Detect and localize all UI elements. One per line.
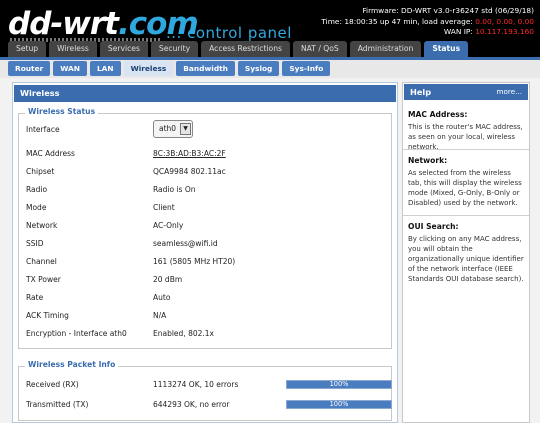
tab-nat-qos[interactable]: NAT / QoS [292,41,347,57]
help-text: As selected from the wireless tab, this … [408,169,522,207]
radio-value: Radio is On [153,185,196,194]
info-row: Rate Auto [19,290,391,305]
rx-progress-bar: 100% [286,380,392,389]
mac-address-link[interactable]: 8C:3B:AD:B3:AC:2F [153,146,226,161]
info-row: Mode Client [19,200,391,215]
help-title: Help [410,87,432,97]
page-title: Wireless [14,85,396,102]
subtab-bandwidth[interactable]: Bandwidth [176,61,235,76]
tx-power-label: TX Power [26,275,61,284]
rate-label: Rate [26,293,44,302]
network-label: Network [26,221,58,230]
interface-row: Interface ath0 ▼ [19,120,391,138]
mode-value: Client [153,203,175,212]
packet-row: Transmitted (TX) 644293 OK, no error 100… [19,397,392,412]
help-heading: MAC Address: [408,110,468,119]
subtab-sys-info[interactable]: Sys-Info [282,61,331,76]
interface-select[interactable]: ath0 ▼ [153,120,193,138]
chevron-down-icon[interactable]: ▼ [180,123,191,135]
info-row: Network AC-Only [19,218,391,233]
tx-progress-text: 100% [329,400,349,408]
tab-setup[interactable]: Setup [8,41,47,57]
tab-status[interactable]: Status [424,41,469,57]
help-header: Help more... [404,84,528,100]
tab-access-restrictions[interactable]: Access Restrictions [201,41,290,57]
subtab-router[interactable]: Router [8,61,51,76]
channel-value: 161 (5805 MHz HT20) [153,257,236,266]
info-row: Radio Radio is On [19,182,391,197]
help-section-oui: OUI Search: By clicking on any MAC addre… [403,221,529,284]
subtab-syslog[interactable]: Syslog [237,61,280,76]
divider [403,215,529,216]
info-row: SSID seamless@wifi.id [19,236,391,251]
subtab-lan[interactable]: LAN [89,61,121,76]
rx-progress-text: 100% [329,380,349,388]
interface-select-value: ath0 [159,124,177,133]
subtab-wan[interactable]: WAN [53,61,87,76]
encryption-value: Enabled, 802.1x [153,329,214,338]
tab-security[interactable]: Security [150,41,199,57]
help-panel: Help more... MAC Address: This is the ro… [402,82,530,423]
mode-label: Mode [26,203,47,212]
help-text: This is the router's MAC address, as see… [408,123,523,151]
tab-services[interactable]: Services [99,41,148,57]
wireless-packet-legend: Wireless Packet Info [25,360,119,369]
info-row: ACK Timing N/A [19,308,391,323]
wireless-packet-fieldset: Wireless Packet Info Received (RX) 11132… [18,360,392,421]
rate-value: Auto [153,293,171,302]
sub-tabs: Router WAN LAN Wireless Bandwidth Syslog… [0,60,540,78]
content-panel: Wireless Wireless Status Interface ath0 … [12,82,398,423]
chipset-label: Chipset [26,167,55,176]
packet-row: Received (RX) 1113274 OK, 10 errors 100% [19,377,392,392]
ack-timing-value: N/A [153,311,167,320]
help-heading: OUI Search: [408,222,459,231]
main-area: Wireless Wireless Status Interface ath0 … [0,78,540,423]
mac-address-label: MAC Address [26,149,75,158]
ssid-value: seamless@wifi.id [153,239,218,248]
main-tabs: Setup Wireless Services Security Access … [8,41,469,57]
info-row: Encryption - Interface ath0 Enabled, 802… [19,326,391,341]
tab-administration[interactable]: Administration [349,41,422,57]
time-line: Time: 18:00:35 up 47 min, load average: … [321,16,534,26]
help-heading: Network: [408,156,448,165]
header: dd-wrt.com ... control panel Firmware: D… [0,0,540,62]
help-text: By clicking on any MAC address, you will… [408,235,524,283]
header-info: Firmware: DD-WRT v3.0-r36247 std (06/29/… [321,6,534,38]
tx-label: Transmitted (TX) [26,400,89,409]
info-row: Chipset QCA9984 802.11ac [19,164,391,179]
divider [403,149,529,150]
interface-label: Interface [26,125,60,134]
ssid-label: SSID [26,239,44,248]
radio-label: Radio [26,185,48,194]
subtab-wireless[interactable]: Wireless [123,61,174,76]
info-row: TX Power 20 dBm [19,272,391,287]
rx-value: 1113274 OK, 10 errors [153,380,239,389]
tx-progress-bar: 100% [286,400,392,409]
chipset-value: QCA9984 802.11ac [153,167,226,176]
logo-subtitle: ... control panel [166,24,292,42]
wireless-status-fieldset: Wireless Status Interface ath0 ▼ MAC Add… [18,107,392,349]
info-row: Channel 161 (5805 MHz HT20) [19,254,391,269]
channel-label: Channel [26,257,57,266]
wireless-status-legend: Wireless Status [25,107,99,116]
rx-label: Received (RX) [26,380,79,389]
tab-wireless[interactable]: Wireless [49,41,97,57]
ack-timing-label: ACK Timing [26,311,69,320]
tx-power-value: 20 dBm [153,275,183,284]
tx-value: 644293 OK, no error [153,400,230,409]
network-value: AC-Only [153,221,184,230]
firmware-line: Firmware: DD-WRT v3.0-r36247 std (06/29/… [362,6,534,15]
info-row: MAC Address 8C:3B:AD:B3:AC:2F [19,146,391,161]
encryption-label: Encryption - Interface ath0 [26,329,127,338]
help-section-network: Network: As selected from the wireless t… [403,155,529,208]
wan-ip-line: WAN IP: 10.117.193.160 [443,27,534,36]
help-more-link[interactable]: more... [497,84,522,100]
help-section-mac: MAC Address: This is the router's MAC ad… [403,109,529,152]
